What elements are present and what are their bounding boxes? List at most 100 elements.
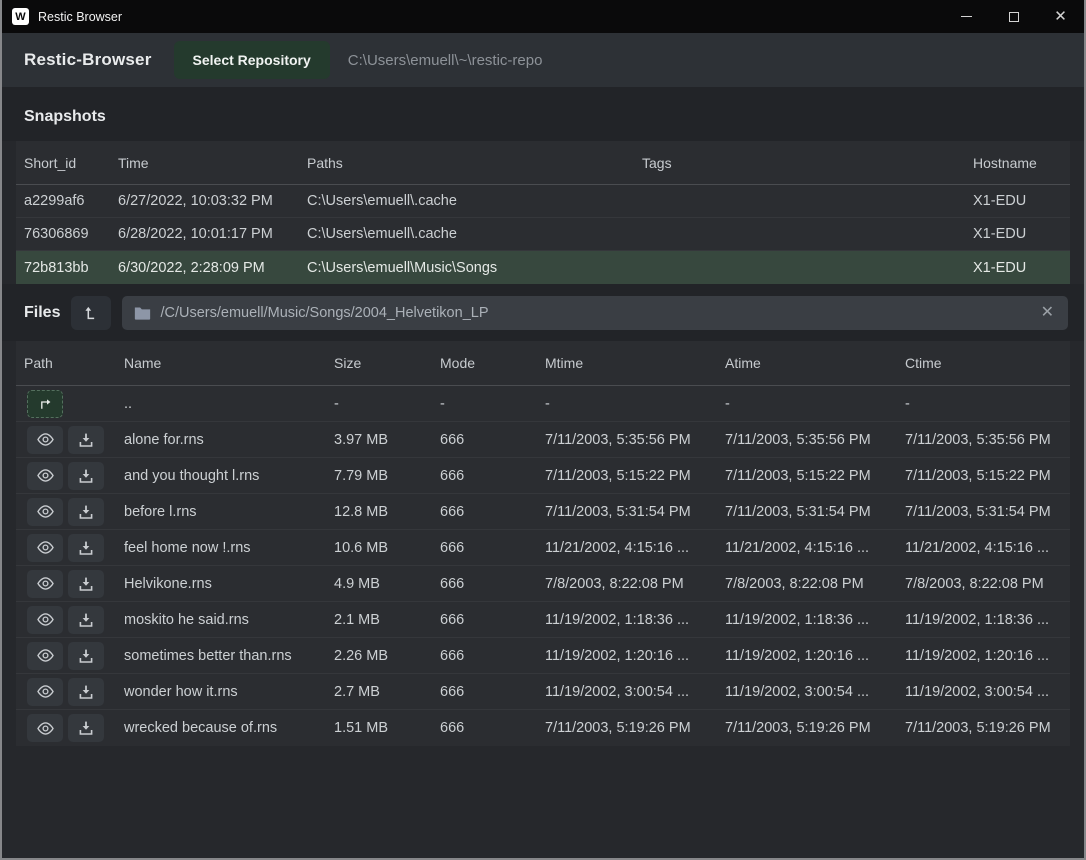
download-file-button[interactable] xyxy=(68,534,104,562)
download-file-button[interactable] xyxy=(68,714,104,742)
file-row: alone for.rns 3.97 MB 666 7/11/2003, 5:3… xyxy=(16,422,1070,458)
files-table-body: alone for.rns 3.97 MB 666 7/11/2003, 5:3… xyxy=(16,422,1070,746)
file-name: and you thought l.rns xyxy=(124,468,334,484)
go-to-parent-button[interactable] xyxy=(71,296,111,330)
parent-directory-row[interactable]: .. - - - - - xyxy=(16,386,1070,422)
file-row: and you thought l.rns 7.79 MB 666 7/11/2… xyxy=(16,458,1070,494)
column-header-tags: Tags xyxy=(642,155,973,171)
file-mtime: 7/8/2003, 8:22:08 PM xyxy=(545,576,725,592)
arrow-up-then-right-icon xyxy=(37,396,53,412)
eye-icon xyxy=(36,721,55,736)
file-name: alone for.rns xyxy=(124,432,334,448)
current-path-input[interactable]: /C/Users/emuell/Music/Songs/2004_Helveti… xyxy=(122,296,1068,330)
preview-file-button[interactable] xyxy=(27,534,63,562)
file-atime: 7/11/2003, 5:31:54 PM xyxy=(725,504,905,520)
w-logo-icon: W xyxy=(12,8,29,25)
preview-file-button[interactable] xyxy=(27,570,63,598)
preview-file-button[interactable] xyxy=(27,462,63,490)
download-file-button[interactable] xyxy=(68,678,104,706)
file-mtime: 11/19/2002, 1:20:16 ... xyxy=(545,648,725,664)
file-ctime: 7/11/2003, 5:35:56 PM xyxy=(905,432,1070,448)
select-repository-button[interactable]: Select Repository xyxy=(174,41,330,79)
file-atime: - xyxy=(725,396,905,412)
clear-path-button[interactable]: ✕ xyxy=(1037,305,1058,321)
file-row: feel home now !.rns 10.6 MB 666 11/21/20… xyxy=(16,530,1070,566)
file-ctime: 7/11/2003, 5:31:54 PM xyxy=(905,504,1070,520)
file-size: 12.8 MB xyxy=(334,504,440,520)
file-ctime: 7/11/2003, 5:19:26 PM xyxy=(905,720,1070,736)
file-mode: 666 xyxy=(440,684,545,700)
snapshot-paths: C:\Users\emuell\.cache xyxy=(307,193,642,209)
file-name: moskito he said.rns xyxy=(124,612,334,628)
file-name: wonder how it.rns xyxy=(124,684,334,700)
close-x-icon: ✕ xyxy=(1041,304,1054,321)
file-mode: 666 xyxy=(440,720,545,736)
file-mode: 666 xyxy=(440,504,545,520)
file-row: before l.rns 12.8 MB 666 7/11/2003, 5:31… xyxy=(16,494,1070,530)
snapshot-hostname: X1-EDU xyxy=(973,226,1070,242)
file-row: Helvikone.rns 4.9 MB 666 7/8/2003, 8:22:… xyxy=(16,566,1070,602)
preview-file-button[interactable] xyxy=(27,498,63,526)
column-header-paths: Paths xyxy=(307,155,642,171)
column-header-mode: Mode xyxy=(440,355,545,371)
snapshot-row[interactable]: 72b813bb 6/30/2022, 2:28:09 PM C:\Users\… xyxy=(16,251,1070,284)
file-name: wrecked because of.rns xyxy=(124,720,334,736)
minimize-button[interactable] xyxy=(943,0,990,33)
preview-file-button[interactable] xyxy=(27,606,63,634)
file-atime: 11/21/2002, 4:15:16 ... xyxy=(725,540,905,556)
file-mtime: 11/21/2002, 4:15:16 ... xyxy=(545,540,725,556)
eye-icon xyxy=(36,612,55,627)
file-row: moskito he said.rns 2.1 MB 666 11/19/200… xyxy=(16,602,1070,638)
file-size: 4.9 MB xyxy=(334,576,440,592)
download-icon xyxy=(78,684,94,700)
file-atime: 11/19/2002, 3:00:54 ... xyxy=(725,684,905,700)
preview-file-button[interactable] xyxy=(27,714,63,742)
download-file-button[interactable] xyxy=(68,642,104,670)
download-file-button[interactable] xyxy=(68,606,104,634)
download-icon xyxy=(78,432,94,448)
file-ctime: 11/19/2002, 1:20:16 ... xyxy=(905,648,1070,664)
app-header: Restic-Browser Select Repository C:\User… xyxy=(2,33,1084,87)
download-icon xyxy=(78,576,94,592)
file-size: 2.1 MB xyxy=(334,612,440,628)
preview-file-button[interactable] xyxy=(27,678,63,706)
file-name: .. xyxy=(124,396,334,412)
close-icon: ✕ xyxy=(1054,9,1067,24)
download-file-button[interactable] xyxy=(68,426,104,454)
snapshot-row[interactable]: a2299af6 6/27/2022, 10:03:32 PM C:\Users… xyxy=(16,185,1070,218)
files-title: Files xyxy=(24,304,60,322)
snapshot-short-id: 76306869 xyxy=(24,226,118,242)
download-file-button[interactable] xyxy=(68,462,104,490)
file-atime: 7/11/2003, 5:19:26 PM xyxy=(725,720,905,736)
snapshot-time: 6/30/2022, 2:28:09 PM xyxy=(118,260,307,276)
maximize-icon xyxy=(1009,12,1019,22)
file-ctime: 7/11/2003, 5:15:22 PM xyxy=(905,468,1070,484)
download-icon xyxy=(78,468,94,484)
file-mtime: 7/11/2003, 5:19:26 PM xyxy=(545,720,725,736)
snapshots-section-header: Snapshots xyxy=(2,87,1084,141)
file-mode: 666 xyxy=(440,648,545,664)
file-name: feel home now !.rns xyxy=(124,540,334,556)
file-mtime: 7/11/2003, 5:35:56 PM xyxy=(545,432,725,448)
snapshot-hostname: X1-EDU xyxy=(973,193,1070,209)
file-mtime: - xyxy=(545,396,725,412)
close-button[interactable]: ✕ xyxy=(1037,0,1084,33)
download-file-button[interactable] xyxy=(68,498,104,526)
download-icon xyxy=(78,540,94,556)
eye-icon xyxy=(36,540,55,555)
download-file-button[interactable] xyxy=(68,570,104,598)
file-mtime: 7/11/2003, 5:31:54 PM xyxy=(545,504,725,520)
file-size: 10.6 MB xyxy=(334,540,440,556)
preview-file-button[interactable] xyxy=(27,642,63,670)
maximize-button[interactable] xyxy=(990,0,1037,33)
navigate-up-button[interactable] xyxy=(27,390,63,418)
file-mode: 666 xyxy=(440,612,545,628)
snapshot-row[interactable]: 76306869 6/28/2022, 10:01:17 PM C:\Users… xyxy=(16,218,1070,251)
file-mtime: 11/19/2002, 3:00:54 ... xyxy=(545,684,725,700)
minimize-icon xyxy=(961,16,972,17)
preview-file-button[interactable] xyxy=(27,426,63,454)
file-row: wrecked because of.rns 1.51 MB 666 7/11/… xyxy=(16,710,1070,746)
file-row: sometimes better than.rns 2.26 MB 666 11… xyxy=(16,638,1070,674)
download-icon xyxy=(78,504,94,520)
snapshot-time: 6/27/2022, 10:03:32 PM xyxy=(118,193,307,209)
